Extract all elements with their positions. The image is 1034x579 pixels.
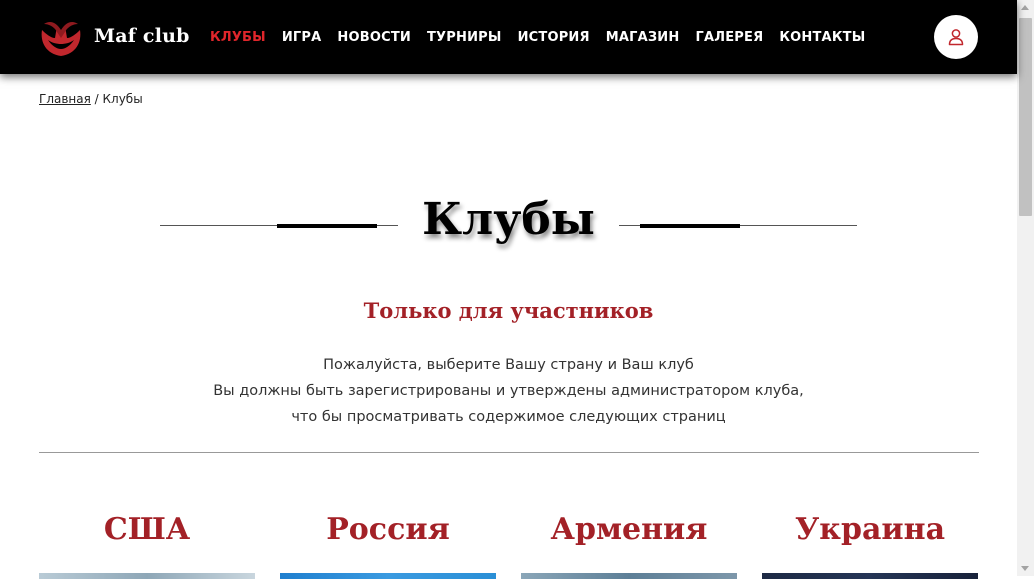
country-image[interactable] [280, 573, 496, 579]
scroll-down-arrow-icon[interactable] [1021, 566, 1029, 571]
page-scrollbar[interactable] [1017, 0, 1034, 576]
page-title: Клубы [422, 194, 595, 245]
nav-item-contacts[interactable]: КОНТАКТЫ [771, 30, 873, 45]
scroll-thumb[interactable] [1019, 18, 1032, 216]
country-card-russia[interactable]: Россия [280, 510, 496, 579]
user-account-button[interactable] [934, 15, 978, 59]
nav-item-tournaments[interactable]: ТУРНИРЫ [419, 30, 510, 45]
members-only-subtitle: Только для участников [363, 298, 654, 323]
page-title-block: Клубы [160, 190, 857, 260]
description-line: Вы должны быть зарегистрированы и утверж… [213, 383, 804, 399]
section-divider [39, 452, 979, 453]
country-name[interactable]: Россия [280, 510, 496, 550]
description-line: что бы просматривать содержимое следующи… [291, 409, 726, 425]
user-icon [948, 29, 964, 46]
breadcrumb-home-link[interactable]: Главная [39, 92, 91, 106]
brand-name[interactable]: Maf club [94, 25, 190, 47]
page-description: Пожалуйста, выберите Вашу страну и Ваш к… [0, 352, 1017, 430]
site-header: Maf club КЛУБЫ ИГРА НОВОСТИ ТУРНИРЫ ИСТО… [0, 0, 1017, 74]
nav-item-gallery[interactable]: ГАЛЕРЕЯ [687, 30, 771, 45]
scroll-up-arrow-icon[interactable] [1021, 5, 1029, 10]
mafia-mask-logo-icon[interactable] [38, 16, 84, 58]
country-image[interactable] [762, 573, 978, 579]
breadcrumb-separator: / [90, 92, 103, 106]
breadcrumb-current: Клубы [102, 92, 143, 106]
main-nav: КЛУБЫ ИГРА НОВОСТИ ТУРНИРЫ ИСТОРИЯ МАГАЗ… [202, 0, 873, 74]
country-name[interactable]: Армения [521, 510, 737, 550]
country-card-armenia[interactable]: Армения [521, 510, 737, 579]
country-image[interactable] [521, 573, 737, 579]
country-image[interactable] [39, 573, 255, 579]
breadcrumb: Главная / Клубы [39, 92, 143, 106]
nav-item-game[interactable]: ИГРА [274, 30, 330, 45]
country-card-usa[interactable]: США [39, 510, 255, 579]
country-name[interactable]: США [39, 510, 255, 550]
country-list: США Россия Армения Украина [39, 510, 979, 579]
nav-item-clubs[interactable]: КЛУБЫ [202, 30, 274, 45]
nav-item-history[interactable]: ИСТОРИЯ [510, 30, 598, 45]
country-card-ukraine[interactable]: Украина [762, 510, 978, 579]
nav-item-news[interactable]: НОВОСТИ [329, 30, 419, 45]
nav-item-shop[interactable]: МАГАЗИН [598, 30, 688, 45]
description-line: Пожалуйста, выберите Вашу страну и Ваш к… [323, 357, 694, 373]
country-name[interactable]: Украина [762, 510, 978, 550]
